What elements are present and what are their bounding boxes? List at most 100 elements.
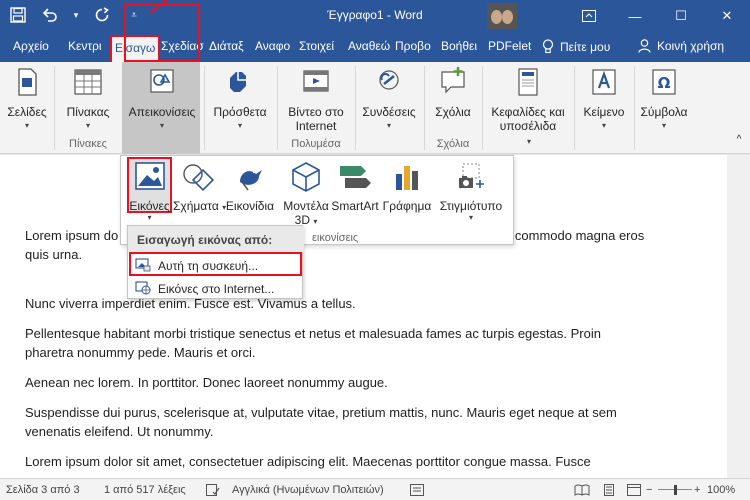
read-mode-icon[interactable]	[574, 484, 590, 499]
addins-icon	[230, 72, 246, 92]
tab-layout[interactable]: Διάταξ	[209, 39, 244, 53]
comments-group-label: Σχόλια	[436, 138, 470, 150]
focus-mode-icon[interactable]	[410, 484, 424, 499]
lightbulb-icon	[542, 39, 554, 54]
status-bar: Σελίδα 3 από 3 1 από 517 λέξεις Αγγλικά …	[0, 478, 750, 500]
zoom-out-button[interactable]: −	[646, 484, 652, 496]
window-controls: — ☐ ✕	[566, 0, 750, 32]
minimize-button[interactable]: —	[612, 0, 658, 32]
tab-home[interactable]: Κεντρι	[68, 39, 102, 53]
person-icon	[638, 39, 651, 53]
ribbon-divider	[54, 66, 55, 150]
document-paragraph[interactable]: Nunc viverra imperdiet enim. Fusce est. …	[25, 294, 645, 313]
vertical-scrollbar[interactable]	[727, 155, 750, 478]
pictures-button[interactable]: Εικόνες ▾	[127, 160, 172, 222]
bird-icon	[240, 170, 262, 191]
tell-me-box[interactable]: Πείτε μου	[542, 39, 610, 54]
illustrations-highlight	[124, 4, 200, 62]
header-footer-icon	[518, 68, 538, 96]
bar-chart-icon	[396, 166, 418, 190]
online-video-label-2: Internet	[295, 119, 337, 133]
addins-button[interactable]: Πρόσθετα ▾	[210, 66, 270, 130]
chevron-down-icon: ▾	[85, 121, 90, 130]
document-paragraph[interactable]: Pellentesque habitant morbi tristique se…	[25, 324, 645, 362]
share-label: Κοινή χρήση	[657, 39, 725, 53]
title-bar: ▾ ⩡ Έγγραφο1 - Word — ☐ ✕	[0, 0, 750, 32]
comment-button[interactable]: Σχόλια	[428, 66, 478, 119]
chevron-down-icon: ▾	[313, 217, 318, 226]
web-layout-icon[interactable]	[627, 484, 641, 499]
chevron-down-icon: ▾	[661, 121, 666, 130]
ribbon-display-options-icon[interactable]	[566, 0, 612, 32]
share-button[interactable]: Κοινή χρήση	[638, 39, 724, 53]
chevron-down-icon: ▾	[526, 137, 531, 146]
zoom-slider-thumb[interactable]	[674, 485, 677, 495]
zoom-in-button[interactable]: +	[694, 484, 700, 496]
comment-label: Σχόλια	[435, 105, 471, 119]
screenshot-button[interactable]: Στιγμιότυπο ▾	[436, 160, 506, 222]
chart-button[interactable]: Γράφημα	[381, 160, 433, 213]
chevron-down-icon: ▾	[237, 121, 242, 130]
comment-icon	[441, 67, 465, 94]
this-device-highlight	[129, 252, 302, 276]
3d-models-label: Μοντέλα	[283, 199, 329, 213]
online-video-label: Βίντεο στο	[288, 105, 344, 119]
chevron-down-icon: ▾	[24, 121, 29, 130]
ribbon-divider	[355, 66, 356, 150]
omega-icon: Ω	[652, 69, 676, 95]
ribbon-divider	[574, 66, 575, 150]
collapse-ribbon-icon[interactable]: ^	[732, 134, 746, 145]
3d-models-button[interactable]: Μοντέλα 3D ▾	[281, 160, 331, 227]
document-paragraph[interactable]: Lorem ipsum dolor sit amet, consectetuer…	[25, 452, 645, 471]
close-button[interactable]: ✕	[704, 0, 750, 32]
ribbon-divider	[277, 66, 278, 150]
illustrations-label: Απεικονίσεις	[128, 105, 196, 119]
language-status[interactable]: Αγγλικά (Ηνωμένων Πολιτειών)	[232, 484, 384, 496]
zoom-level[interactable]: 100%	[707, 484, 735, 496]
tab-help[interactable]: Βοήθει	[441, 39, 477, 53]
tables-group-label: Πίνακες	[69, 138, 107, 150]
icons-button[interactable]: Εικονίδια	[224, 160, 276, 213]
shapes-button[interactable]: Σχήματα ▾	[173, 160, 226, 213]
insert-picture-menu-header: Εισαγωγή εικόνας από:	[128, 226, 304, 252]
tab-review[interactable]: Αναθεώ	[348, 39, 390, 53]
tab-file[interactable]: Αρχείο	[13, 39, 49, 53]
online-video-button[interactable]: Βίντεο στο Internet	[283, 66, 349, 133]
illustrations-button[interactable]: Απεικονίσεις ▾	[127, 66, 197, 130]
online-pictures-label: Εικόνες στο Internet...	[158, 282, 275, 296]
links-button[interactable]: Συνδέσεις ▾	[360, 66, 418, 130]
pages-button[interactable]: Σελίδες ▾	[6, 66, 48, 130]
icons-label: Εικονίδια	[225, 199, 275, 213]
page-count[interactable]: Σελίδα 3 από 3	[6, 484, 80, 496]
proofing-icon[interactable]	[206, 484, 220, 499]
table-button[interactable]: Πίνακας ▾	[62, 66, 114, 130]
tab-mailings[interactable]: Στοιχεί	[299, 39, 334, 53]
ribbon-divider	[634, 66, 635, 150]
ribbon-tabs: Αρχείο Κεντρι Εισαγω Σχεδίασ Διάταξ Αναφ…	[0, 32, 750, 62]
ribbon-divider	[424, 66, 425, 150]
print-layout-icon[interactable]	[603, 484, 615, 499]
text-label: Κείμενο	[583, 105, 625, 119]
header-footer-button[interactable]: Κεφαλίδες και υποσέλιδα ▾	[486, 66, 570, 147]
addins-label: Πρόσθετα	[213, 105, 267, 119]
symbols-button[interactable]: Ω Σύμβολα ▾	[638, 66, 690, 130]
tab-references[interactable]: Αναφο	[255, 39, 290, 53]
svg-text:Ω: Ω	[658, 74, 671, 92]
tab-view[interactable]: Προβο	[395, 39, 431, 53]
smartart-icon	[340, 166, 371, 188]
chevron-down-icon: ▾	[601, 121, 606, 130]
chart-label: Γράφημα	[382, 199, 432, 213]
text-button[interactable]: Κείμενο ▾	[580, 66, 628, 130]
menu-item-online-pictures[interactable]: Εικόνες στο Internet...	[128, 278, 304, 300]
smartart-button[interactable]: SmartArt	[331, 160, 379, 213]
tab-pdfelement[interactable]: PDFelet	[488, 39, 531, 53]
maximize-button[interactable]: ☐	[658, 0, 704, 32]
document-paragraph[interactable]: Suspendisse dui purus, scelerisque at, v…	[25, 403, 645, 441]
word-count[interactable]: 1 από 517 λέξεις	[104, 484, 186, 496]
user-avatar[interactable]	[487, 3, 517, 29]
tell-me-label: Πείτε μου	[560, 39, 611, 54]
chevron-down-icon: ▾	[159, 121, 164, 130]
document-paragraph[interactable]: Aenean nec lorem. In porttitor. Donec la…	[25, 373, 645, 392]
chevron-down-icon: ▾	[468, 213, 473, 222]
illustrations-icon	[150, 69, 174, 93]
